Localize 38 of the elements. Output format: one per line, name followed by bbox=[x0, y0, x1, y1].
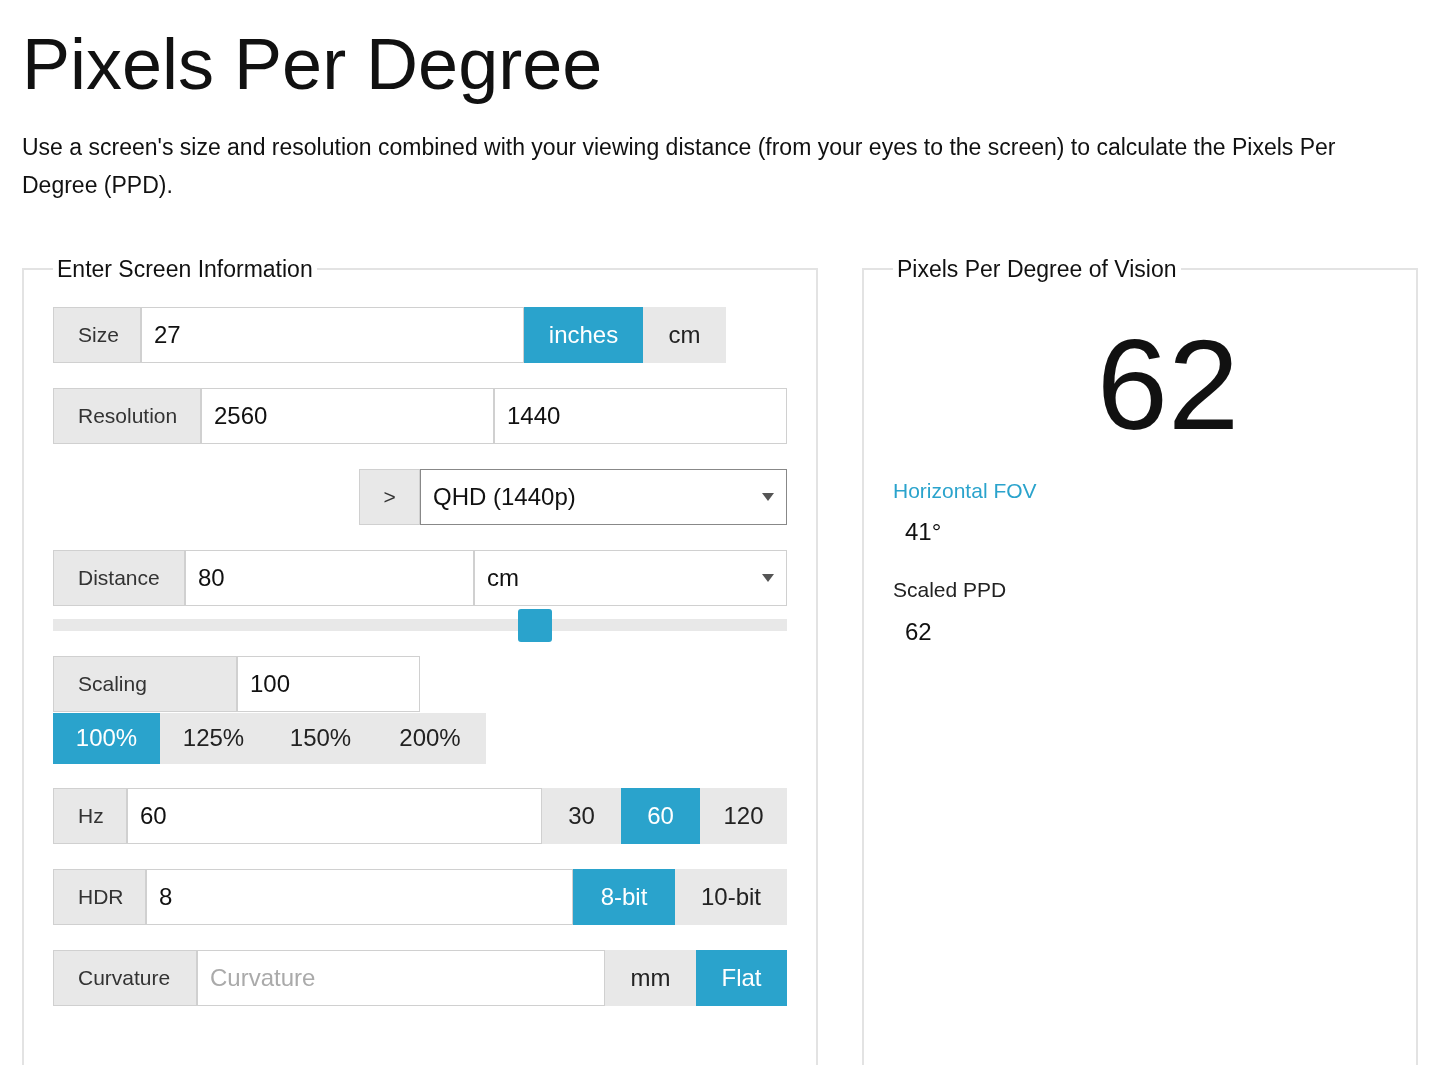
hdr-label: HDR bbox=[53, 868, 146, 925]
hdr-field[interactable]: 8 bbox=[146, 868, 573, 925]
stat-label: Scaled PPD bbox=[893, 577, 1008, 603]
panel-legend: Enter Screen Information bbox=[53, 252, 317, 287]
resolution-label: Resolution bbox=[53, 387, 201, 444]
curvature-label: Curvature bbox=[53, 949, 197, 1006]
panel-legend: Pixels Per Degree of Vision bbox=[893, 252, 1181, 287]
stat-value: 41° bbox=[905, 517, 943, 547]
distance-label: Distance bbox=[53, 549, 185, 606]
option-button[interactable]: 120 bbox=[700, 787, 787, 844]
ppd-value: 62 bbox=[1096, 314, 1240, 455]
option-button[interactable]: 10-bit bbox=[675, 868, 787, 925]
page-title: Pixels Per Degree bbox=[22, 23, 604, 106]
description: Use a screen's size and resolution combined with your viewing distance (from your eyes to the screen) to calculate the Pixels Per Degree (PPD). bbox=[22, 133, 1337, 200]
scaling-field[interactable]: 100 bbox=[237, 655, 420, 712]
width-field[interactable]: 2560 bbox=[201, 387, 494, 444]
dropdown-caret-icon bbox=[762, 492, 774, 501]
option-button[interactable]: 30 bbox=[542, 787, 621, 844]
dropdown-caret-icon bbox=[762, 573, 774, 582]
distance-unit-select[interactable]: cm bbox=[474, 549, 787, 606]
size-label: Size bbox=[53, 306, 141, 363]
hz-label: Hz bbox=[53, 787, 127, 844]
option-button[interactable]: 150% bbox=[267, 712, 374, 764]
hz-field[interactable]: 60 bbox=[127, 787, 542, 844]
height-field[interactable]: 1440 bbox=[494, 387, 787, 444]
preset-button[interactable]: > bbox=[359, 468, 420, 525]
stat-value: 62 bbox=[905, 616, 933, 647]
distance-field[interactable]: 80 bbox=[185, 549, 474, 606]
size-field[interactable]: 27 bbox=[141, 306, 524, 363]
scaling-label: Scaling bbox=[53, 655, 237, 712]
option-button[interactable]: 125% bbox=[160, 712, 267, 764]
slider-thumb[interactable] bbox=[518, 608, 553, 642]
preset-select[interactable]: QHD (1440p) bbox=[420, 468, 787, 525]
option-button[interactable]: 200% bbox=[374, 712, 486, 764]
curvature-field[interactable]: Curvature bbox=[197, 949, 605, 1006]
option-button[interactable]: mm bbox=[605, 949, 696, 1006]
option-button[interactable]: cm bbox=[643, 306, 726, 363]
stat-label: Horizontal FOV bbox=[893, 477, 1038, 504]
